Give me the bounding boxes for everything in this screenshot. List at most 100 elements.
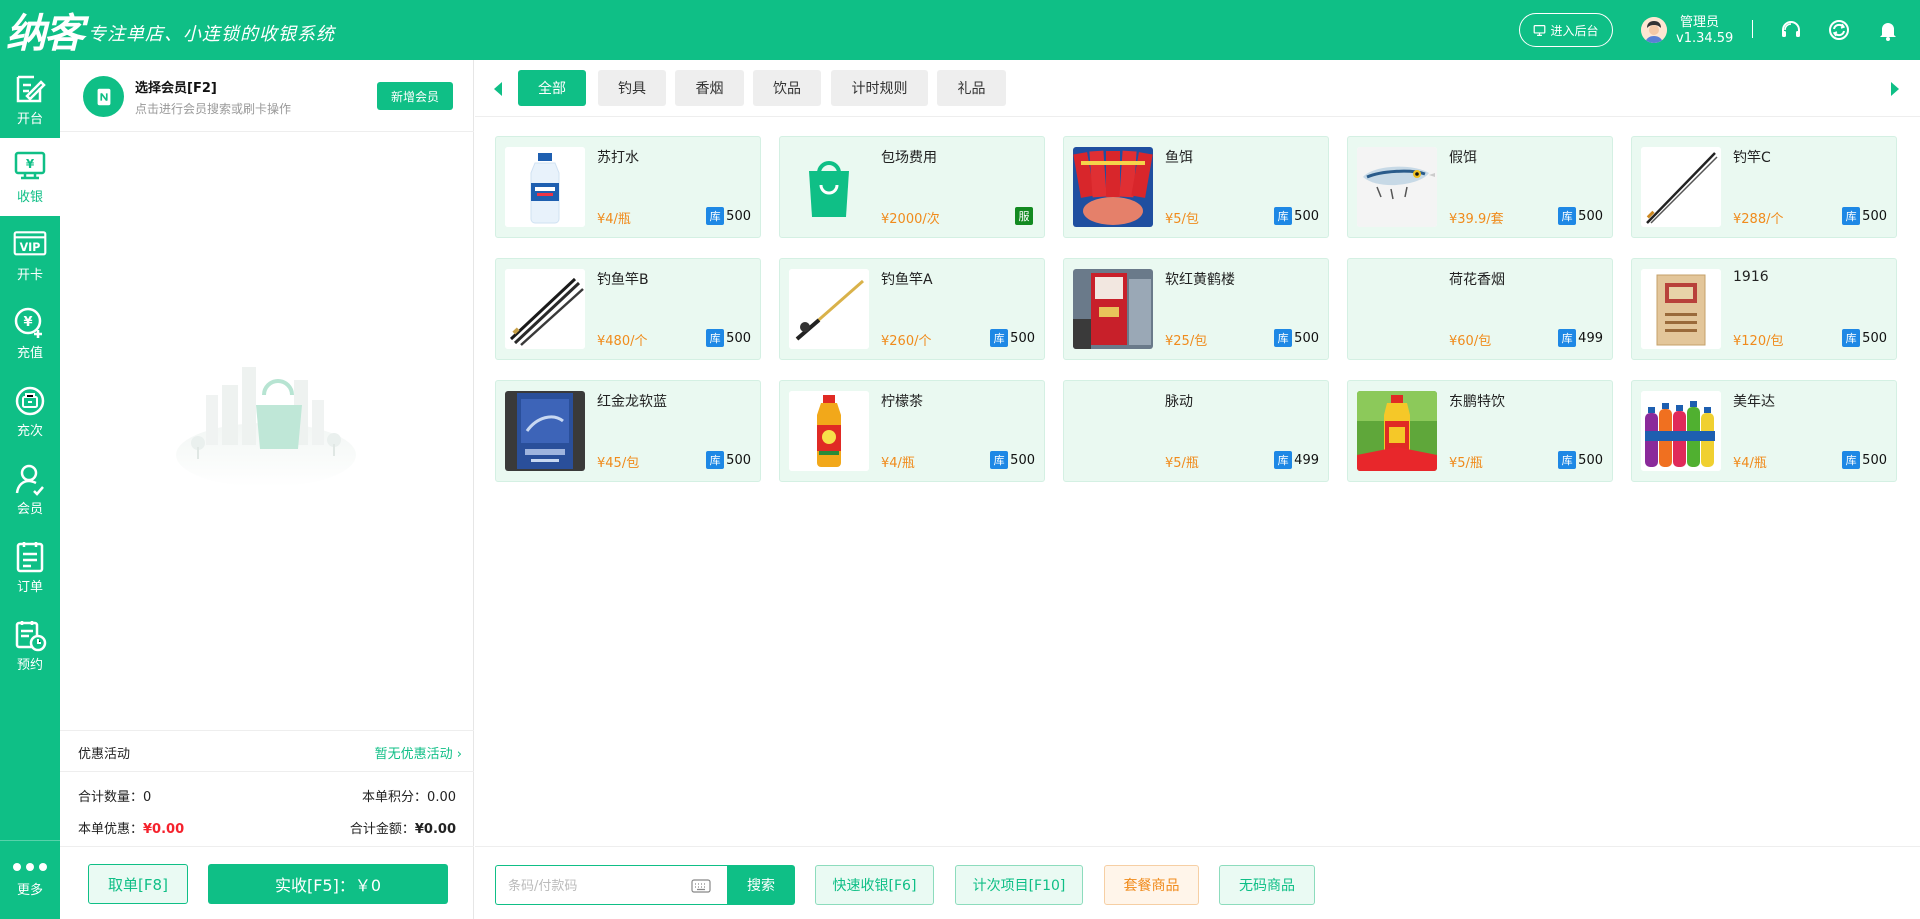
product-stock: 库 499 — [1558, 329, 1603, 347]
enter-backend-button[interactable]: 进入后台 — [1519, 13, 1613, 47]
tab-fishing-gear[interactable]: 钓具 — [598, 70, 666, 106]
product-stock: 库 500 — [1842, 451, 1887, 469]
no-barcode-product-button[interactable]: 无码商品 — [1219, 865, 1315, 905]
sidebar-item-order[interactable]: 订单 — [0, 528, 60, 606]
product-card[interactable]: 假饵 ¥39.9/套 库 500 — [1347, 136, 1613, 238]
product-name: 钓鱼竿A — [881, 272, 933, 288]
user-name: 管理员 — [1680, 15, 1720, 30]
bell-icon[interactable] — [1876, 18, 1900, 42]
product-price: ¥2000/次 — [881, 212, 940, 227]
product-card[interactable]: 柠檬茶 ¥4/瓶 库 500 — [779, 380, 1045, 482]
product-price: ¥260/个 — [881, 334, 932, 349]
promotion-row[interactable]: 优惠活动 暂无优惠活动 › — [60, 730, 474, 772]
product-card[interactable]: 苏打水 ¥4/瓶 库 500 — [495, 136, 761, 238]
product-card[interactable]: 美年达 ¥4/瓶 库 500 — [1631, 380, 1897, 482]
product-name: 假饵 — [1449, 150, 1477, 166]
product-stock: 库 500 — [1842, 329, 1887, 347]
product-card[interactable]: 钓鱼竿B ¥480/个 库 500 — [495, 258, 761, 360]
product-card[interactable]: 1916 ¥120/包 库 500 — [1631, 258, 1897, 360]
product-card[interactable]: 包场费用 ¥2000/次 服 — [779, 136, 1045, 238]
sidebar-item-reservation[interactable]: 预约 — [0, 606, 60, 684]
product-card[interactable]: 鱼饵 ¥5/包 库 500 — [1063, 136, 1329, 238]
product-image — [1641, 147, 1721, 227]
sidebar-item-open-table[interactable]: 开台 — [0, 60, 60, 138]
count-item-button[interactable]: 计次项目[F10] — [955, 865, 1083, 905]
chevron-right-icon[interactable] — [1888, 80, 1902, 98]
chevron-left-icon[interactable] — [491, 80, 505, 98]
product-name: 鱼饵 — [1165, 150, 1193, 166]
product-image — [505, 391, 585, 471]
product-price: ¥288/个 — [1733, 212, 1784, 227]
product-card[interactable]: 钓竿C ¥288/个 库 500 — [1631, 136, 1897, 238]
member-selector[interactable]: 选择会员[F2] 点击进行会员搜索或刷卡操作 新增会员 — [60, 60, 474, 132]
app-version: v1.34.59 — [1676, 31, 1734, 46]
quick-cashier-button[interactable]: 快速收银[F6] — [815, 865, 934, 905]
sidebar-item-cashier[interactable]: ¥ 收银 — [0, 138, 60, 216]
product-stock: 服 — [1015, 207, 1035, 225]
product-card[interactable]: 荷花香烟 ¥60/包 库 499 — [1347, 258, 1613, 360]
stock-badge: 库 — [1842, 451, 1861, 469]
product-price: ¥4/瓶 — [597, 212, 631, 227]
avatar[interactable] — [1641, 17, 1667, 43]
product-price: ¥5/瓶 — [1165, 456, 1199, 471]
product-stock: 库 500 — [1274, 329, 1319, 347]
sidebar-item-member[interactable]: 会员 — [0, 450, 60, 528]
recharge-icon: ¥ — [14, 307, 42, 338]
sidebar-item-recharge-times[interactable]: 充次 — [0, 372, 60, 450]
action-bar: 搜索 快速收银[F6] 计次项目[F10] 套餐商品 无码商品 — [475, 846, 1920, 919]
promotion-value[interactable]: 暂无优惠活动 › — [375, 743, 462, 762]
product-price: ¥480/个 — [597, 334, 648, 349]
member-icon — [15, 464, 44, 496]
keyboard-icon[interactable] — [691, 877, 711, 895]
product-name: 东鹏特饮 — [1449, 394, 1505, 410]
product-image — [1357, 147, 1437, 227]
product-price: ¥45/包 — [597, 456, 640, 471]
product-card[interactable]: 钓鱼竿A ¥260/个 库 500 — [779, 258, 1045, 360]
product-image — [789, 391, 869, 471]
product-card[interactable]: 红金龙软蓝 ¥45/包 库 500 — [495, 380, 761, 482]
product-price: ¥39.9/套 — [1449, 212, 1504, 227]
tab-drinks[interactable]: 饮品 — [753, 70, 821, 106]
sidebar-item-label: 开卡 — [16, 267, 43, 283]
sidebar-item-open-card[interactable]: VIP 开卡 — [0, 216, 60, 294]
sidebar-item-more[interactable]: 更多 — [0, 840, 60, 919]
product-stock: 库 500 — [706, 329, 751, 347]
add-member-button[interactable]: 新增会员 — [377, 82, 453, 110]
empty-cart-illustration — [176, 367, 356, 487]
sidebar-item-label: 充次 — [16, 423, 43, 439]
sync-icon[interactable] — [1827, 18, 1851, 42]
product-card[interactable]: 东鹏特饮 ¥5/瓶 库 500 — [1347, 380, 1613, 482]
package-product-button[interactable]: 套餐商品 — [1104, 865, 1199, 905]
stock-badge: 库 — [706, 451, 725, 469]
divider — [1752, 20, 1753, 38]
tab-all[interactable]: 全部 — [518, 70, 586, 106]
tab-gifts[interactable]: 礼品 — [937, 70, 1006, 106]
product-card[interactable]: 软红黄鹤楼 ¥25/包 库 500 — [1063, 258, 1329, 360]
search-button[interactable]: 搜索 — [727, 865, 795, 905]
stock-badge: 库 — [1274, 329, 1293, 347]
product-image — [789, 269, 869, 349]
pay-button[interactable]: 实收[F5]：￥0 — [208, 864, 448, 904]
product-price: ¥4/瓶 — [881, 456, 915, 471]
stock-badge: 库 — [990, 451, 1009, 469]
product-stock: 库 499 — [1274, 451, 1319, 469]
barcode-input[interactable] — [508, 875, 678, 897]
product-image — [1357, 269, 1437, 349]
sidebar-item-label: 预约 — [16, 657, 43, 673]
tab-cigarettes[interactable]: 香烟 — [675, 70, 744, 106]
product-card[interactable]: 脉动 ¥5/瓶 库 499 — [1063, 380, 1329, 482]
stock-badge: 库 — [1558, 451, 1577, 469]
stock-badge: 库 — [1558, 329, 1577, 347]
product-name: 钓鱼竿B — [597, 272, 649, 288]
stock-badge: 库 — [1274, 207, 1293, 225]
stock-badge: 库 — [990, 329, 1009, 347]
tab-timing-rules[interactable]: 计时规则 — [831, 70, 928, 106]
cart-panel: 选择会员[F2] 点击进行会员搜索或刷卡操作 新增会员 优惠活动 暂无优惠活动 … — [60, 60, 474, 919]
headset-icon[interactable] — [1779, 18, 1803, 42]
product-name: 荷花香烟 — [1449, 272, 1505, 288]
sidebar-item-recharge[interactable]: ¥ 充值 — [0, 294, 60, 372]
cancel-order-button[interactable]: 取单[F8] — [88, 864, 188, 904]
stock-badge: 库 — [1842, 329, 1861, 347]
product-name: 柠檬茶 — [881, 394, 923, 410]
product-image — [505, 269, 585, 349]
